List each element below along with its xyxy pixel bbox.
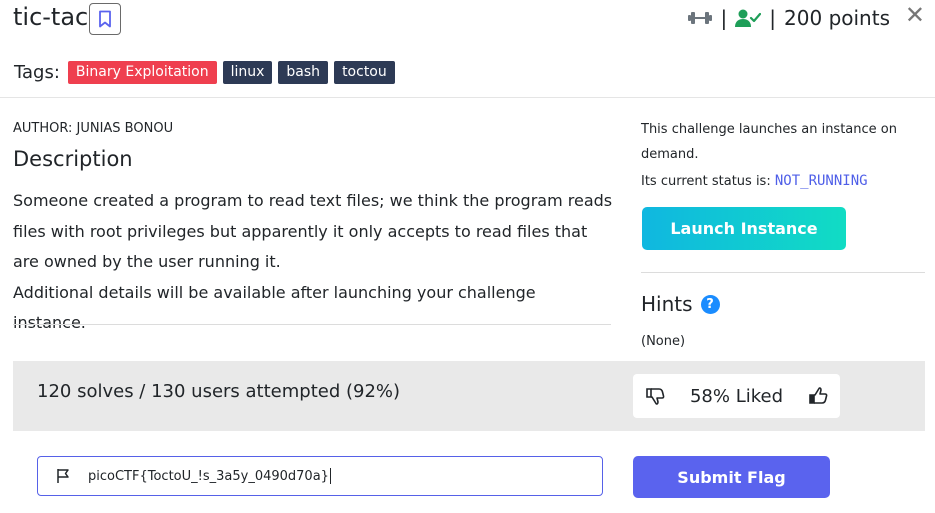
divider [641, 272, 925, 273]
instance-info: This challenge launches an instance on d… [641, 122, 897, 162]
description-paragraph: Someone created a program to read text f… [13, 191, 613, 271]
instance-status-prefix: Its current status is: [641, 174, 771, 189]
tags-row: Tags: Binary Exploitation linux bash toc… [14, 61, 395, 84]
tag-binary-exploitation[interactable]: Binary Exploitation [67, 61, 217, 84]
dumbbell-icon [687, 12, 712, 24]
solves-text: 120 solves / 130 users attempted (92%) [37, 381, 401, 402]
bookmark-icon [99, 10, 111, 28]
tag-toctou[interactable]: toctou [334, 61, 395, 84]
liked-percentage: 58% Liked [689, 385, 784, 407]
divider [0, 97, 935, 98]
instance-panel: This challenge launches an instance on d… [641, 117, 923, 194]
help-circle-icon[interactable]: ? [700, 294, 720, 314]
submit-flag-button[interactable]: Submit Flag [633, 456, 830, 498]
thumbs-down-icon [646, 388, 665, 405]
close-icon[interactable]: ✕ [905, 2, 925, 28]
description-heading: Description [13, 147, 133, 171]
tag-linux[interactable]: linux [222, 61, 273, 84]
tags-label: Tags: [14, 62, 60, 83]
author-label: AUTHOR: JUNIAS BONOU [13, 121, 174, 136]
launch-instance-button[interactable]: Launch Instance [642, 207, 846, 250]
separator: | [720, 6, 728, 30]
separator: | [769, 6, 777, 30]
thumbs-up-button[interactable] [808, 386, 828, 406]
thumbs-up-icon [809, 387, 828, 404]
hints-title: Hints [641, 292, 693, 316]
user-check-icon [735, 9, 762, 27]
tag-bash[interactable]: bash [278, 61, 329, 84]
hints-value: (None) [641, 334, 686, 349]
points-label: 200 points [784, 6, 890, 30]
like-panel: 58% Liked [633, 374, 840, 418]
description-body: Someone created a program to read text f… [13, 186, 613, 339]
flag-input[interactable]: picoCTF{ToctoU_!s_3a5y_0490d70a} [37, 456, 603, 496]
thumbs-down-button[interactable] [645, 386, 665, 406]
challenge-title: tic-tac [13, 3, 89, 31]
flag-input-value[interactable]: picoCTF{ToctoU_!s_3a5y_0490d70a} [88, 469, 329, 484]
challenge-meta: | | 200 points [687, 4, 890, 32]
text-caret [329, 468, 331, 484]
bookmark-button[interactable] [89, 3, 121, 35]
flag-icon [38, 468, 88, 484]
divider [13, 324, 611, 325]
instance-status-line: Its current status is: NOT_RUNNING [641, 169, 923, 194]
instance-status-value: NOT_RUNNING [774, 173, 868, 189]
hints-heading: Hints ? [641, 292, 720, 316]
description-paragraph: Additional details will be available aft… [13, 282, 536, 333]
